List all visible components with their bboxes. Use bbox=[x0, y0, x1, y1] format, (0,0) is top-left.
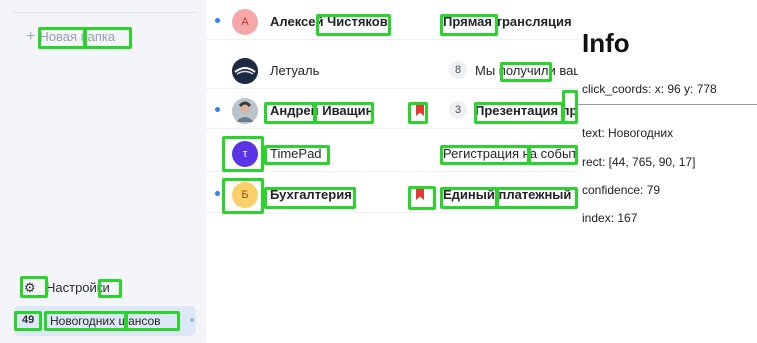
highlight-box bbox=[84, 27, 132, 49]
click-coords: click_coords: x: 96 y: 778 bbox=[582, 82, 717, 96]
avatar: А bbox=[232, 9, 258, 35]
highlight-box bbox=[98, 279, 122, 298]
info-panel: Info click_coords: x: 96 y: 778 text: Но… bbox=[578, 0, 757, 343]
avatar-letter: А bbox=[241, 16, 249, 28]
highlight-box bbox=[474, 102, 564, 124]
highlight-box bbox=[500, 62, 552, 82]
info-title: Info bbox=[582, 28, 630, 58]
unread-dot-icon[interactable] bbox=[215, 18, 220, 23]
mail-sender: Летуаль bbox=[270, 63, 320, 78]
folder-more-icon[interactable] bbox=[190, 318, 194, 322]
ocr-confidence: confidence: 79 bbox=[582, 183, 661, 197]
highlight-box bbox=[316, 14, 391, 36]
ocr-index: index: 167 bbox=[582, 211, 638, 225]
avatar bbox=[232, 98, 258, 124]
highlight-box bbox=[440, 187, 498, 209]
highlight-box bbox=[440, 145, 530, 165]
highlight-box bbox=[528, 145, 578, 165]
highlight-box bbox=[124, 311, 180, 331]
highlight-box bbox=[440, 14, 498, 36]
highlight-box bbox=[314, 102, 374, 124]
thread-count-badge: 8 bbox=[449, 61, 467, 79]
ocr-text: text: Новогодних bbox=[582, 126, 674, 140]
highlight-box bbox=[222, 178, 264, 214]
highlight-box bbox=[496, 187, 578, 209]
highlight-box bbox=[20, 276, 48, 298]
highlight-box bbox=[264, 187, 356, 209]
highlight-box bbox=[408, 186, 436, 210]
sidebar-divider bbox=[12, 12, 198, 13]
highlight-box bbox=[44, 311, 128, 331]
unread-dot-icon[interactable] bbox=[215, 107, 220, 112]
person-photo-icon bbox=[232, 98, 258, 124]
highlight-box bbox=[562, 90, 578, 124]
avatar bbox=[232, 58, 258, 84]
plus-icon: + bbox=[26, 28, 36, 45]
letual-logo-icon bbox=[232, 58, 258, 84]
highlight-box bbox=[14, 311, 42, 331]
highlight-box bbox=[38, 27, 86, 49]
info-divider bbox=[578, 104, 757, 105]
highlight-box bbox=[264, 145, 330, 165]
highlight-box bbox=[408, 102, 428, 124]
thread-count-badge: 3 bbox=[449, 101, 467, 119]
ocr-rect: rect: [44, 765, 90, 17] bbox=[582, 155, 696, 169]
unread-dot-icon[interactable] bbox=[215, 191, 220, 196]
highlight-box bbox=[264, 102, 316, 124]
highlight-box bbox=[222, 136, 264, 172]
mail-row[interactable]: А Алексей Чистяков Прямая трансляция bbox=[206, 3, 578, 40]
